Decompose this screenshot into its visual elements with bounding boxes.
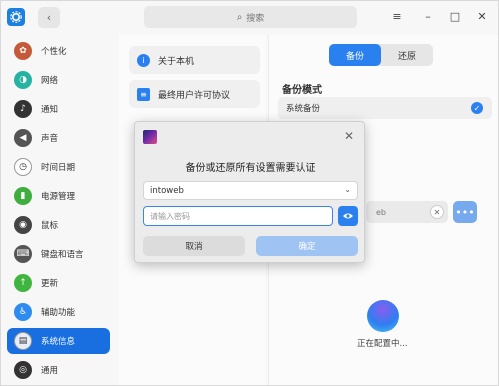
sidebar-item-label: 通用 <box>41 366 59 376</box>
general-icon: ◎ <box>14 361 32 379</box>
sidebar-item-label: 通知 <box>41 105 59 115</box>
password-placeholder: 请输入密码 <box>150 211 190 221</box>
network-icon: ◑ <box>14 71 32 89</box>
tab-backup[interactable]: 备份 <box>329 44 381 66</box>
speaker-icon: ◀ <box>14 129 32 147</box>
sidebar-item[interactable]: ▮ 电源管理 <box>7 183 110 209</box>
dialog-app-icon <box>143 130 157 144</box>
search-placeholder: 搜索 <box>246 13 265 24</box>
control-center-window: ‹ ⌕ 搜索 ≡ – □ ✕ ✿ 个性化 ◑ 网络 ♪ 通知 ◀ 声音 ◷ 时间日期 ▮ 电源管理 ◉ 鼠… <box>0 0 499 386</box>
sidebar-item-label: 鼠标 <box>41 221 59 231</box>
tab-restore[interactable]: 还原 <box>381 44 433 66</box>
sidebar-item[interactable]: ◉ 鼠标 <box>7 212 110 238</box>
confirm-button[interactable]: 确定 <box>256 236 358 256</box>
cancel-button[interactable]: 取消 <box>143 236 245 256</box>
sidebar-item-label: 系统信息 <box>41 337 76 347</box>
list-item-label: 关于本机 <box>158 56 195 67</box>
back-button[interactable]: ‹ <box>38 7 60 28</box>
search-icon: ⌕ <box>236 11 243 23</box>
sidebar-item-label: 个性化 <box>41 47 67 57</box>
check-icon: ✓ <box>471 102 483 114</box>
eye-icon <box>343 213 353 219</box>
sidebar-item[interactable]: ✿ 个性化 <box>7 38 110 64</box>
sidebar-item-label: 时间日期 <box>41 163 76 173</box>
option-label: 系统备份 <box>286 104 321 114</box>
sidebar-item-label: 更新 <box>41 279 59 289</box>
dialog-title: 备份或还原所有设置需要认证 <box>185 163 316 174</box>
sidebar: ✿ 个性化 ◑ 网络 ♪ 通知 ◀ 声音 ◷ 时间日期 ▮ 电源管理 ◉ 鼠标 ⌨ 键盘和语言 ↑ 更新 ♿ 辅助功能… <box>1 35 117 385</box>
bell-icon: ♪ <box>14 100 32 118</box>
battery-icon: ▮ <box>14 187 32 205</box>
mouse-icon: ◉ <box>14 216 32 234</box>
password-field[interactable]: 请输入密码 <box>143 206 333 226</box>
show-password-button[interactable] <box>338 206 358 226</box>
keyboard-icon: ⌨ <box>14 245 32 263</box>
minimize-icon[interactable]: – <box>421 10 435 24</box>
title-bar: ‹ ⌕ 搜索 ≡ – □ ✕ <box>1 1 498 35</box>
maximize-icon[interactable]: □ <box>448 10 462 24</box>
accessibility-icon: ♿ <box>14 303 32 321</box>
search-input[interactable]: ⌕ 搜索 <box>144 6 357 28</box>
list-item-about[interactable]: i 关于本机 <box>129 46 260 74</box>
sidebar-item[interactable]: ⌨ 键盘和语言 <box>7 241 110 267</box>
settings-app-icon <box>7 8 25 26</box>
sidebar-item-label: 电源管理 <box>41 192 76 202</box>
progress-orb-icon <box>367 300 399 332</box>
sidebar-item-label: 网络 <box>41 76 59 86</box>
mode-tabs: 备份 还原 <box>329 44 433 66</box>
auth-dialog: ✕ 备份或还原所有设置需要认证 intoweb ⌄ 请输入密码 取消 确定 <box>134 121 365 263</box>
browse-button[interactable]: ••• <box>453 201 477 223</box>
close-window-icon[interactable]: ✕ <box>475 10 489 24</box>
sidebar-item[interactable]: ♪ 通知 <box>7 96 110 122</box>
personalization-icon: ✿ <box>14 42 32 60</box>
sidebar-item-label: 键盘和语言 <box>41 250 84 260</box>
menu-icon[interactable]: ≡ <box>390 10 404 24</box>
section-title: 备份模式 <box>282 85 322 96</box>
document-icon: ≡ <box>137 87 150 101</box>
sidebar-item[interactable]: ◷ 时间日期 <box>7 154 110 180</box>
user-value: intoweb <box>150 185 184 196</box>
close-icon[interactable]: ✕ <box>342 129 356 143</box>
sidebar-item[interactable]: ▤ 系统信息 <box>7 328 110 354</box>
list-item-label: 最终用户许可协议 <box>158 90 231 101</box>
option-system-backup[interactable]: 系统备份 ✓ <box>278 97 492 119</box>
clock-icon: ◷ <box>14 158 32 176</box>
chevron-left-icon: ‹ <box>46 11 52 24</box>
list-item-eula[interactable]: ≡ 最终用户许可协议 <box>129 80 260 108</box>
chevron-down-icon: ⌄ <box>344 185 351 194</box>
info-icon: i <box>137 53 150 67</box>
update-arrow-icon: ↑ <box>14 274 32 292</box>
more-icon: ••• <box>455 205 475 219</box>
sidebar-item[interactable]: ◑ 网络 <box>7 67 110 93</box>
path-value: eb <box>376 207 386 217</box>
sidebar-item[interactable]: ↑ 更新 <box>7 270 110 296</box>
system-info-icon: ▤ <box>14 332 32 350</box>
sidebar-item[interactable]: ◎ 通用 <box>7 357 110 383</box>
sidebar-item-label: 辅助功能 <box>41 308 76 318</box>
sidebar-item[interactable]: ♿ 辅助功能 <box>7 299 110 325</box>
user-select[interactable]: intoweb ⌄ <box>143 181 358 200</box>
status-text: 正在配置中... <box>357 339 408 349</box>
sidebar-item[interactable]: ◀ 声音 <box>7 125 110 151</box>
sidebar-item-label: 声音 <box>41 134 59 144</box>
clear-icon[interactable]: ✕ <box>430 205 444 219</box>
